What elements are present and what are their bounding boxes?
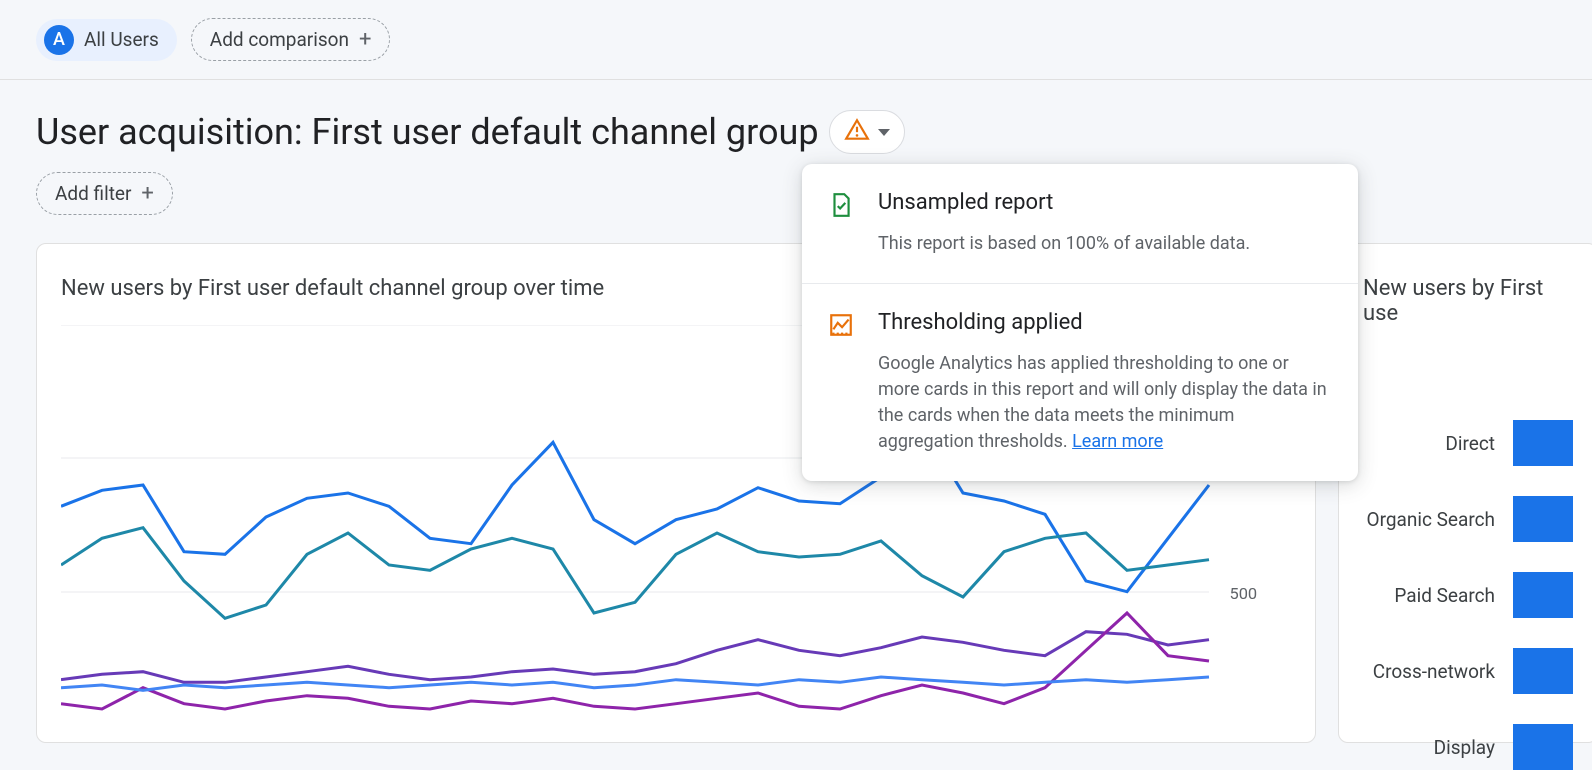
segment-badge: A xyxy=(44,25,74,55)
bar-row: Paid Search xyxy=(1363,572,1573,618)
top-bar: A All Users Add comparison + xyxy=(0,0,1592,80)
caret-down-icon xyxy=(878,129,890,136)
bar-fill xyxy=(1513,496,1573,542)
y-tick-500: 500 xyxy=(1230,584,1258,603)
segment-all-users[interactable]: A All Users xyxy=(36,19,177,61)
bar-label: Paid Search xyxy=(1394,584,1495,607)
series-paid-search xyxy=(61,632,1209,683)
popover-unsampled-section: Unsampled report This report is based on… xyxy=(802,164,1358,283)
add-comparison-button[interactable]: Add comparison + xyxy=(191,18,391,61)
bar-label: Cross-network xyxy=(1373,660,1495,683)
bar-row: Organic Search xyxy=(1363,496,1573,542)
thresholding-icon xyxy=(828,310,858,455)
bar-fill xyxy=(1513,420,1573,466)
bar-chart-card: New users by First use Direct Organic Sea… xyxy=(1338,243,1592,743)
data-quality-status-button[interactable] xyxy=(829,110,905,154)
series-organic-search xyxy=(61,528,1209,619)
popover-text-unsampled: This report is based on 100% of availabl… xyxy=(878,231,1332,257)
bar-fill xyxy=(1513,648,1573,694)
bar-fill xyxy=(1513,724,1573,770)
bar-list: Direct Organic Search Paid Search Cross-net… xyxy=(1363,350,1573,770)
title-row: User acquisition: First user default cha… xyxy=(0,80,1592,172)
bar-row: Direct xyxy=(1363,420,1573,466)
bar-label: Direct xyxy=(1445,432,1495,455)
bar-row: Cross-network xyxy=(1363,648,1573,694)
add-filter-button[interactable]: Add filter + xyxy=(36,172,173,215)
plus-icon: + xyxy=(141,183,153,205)
popover-heading-unsampled: Unsampled report xyxy=(878,190,1332,215)
series-cross-network xyxy=(61,613,1209,709)
series-display xyxy=(61,677,1209,690)
bar-row: Display xyxy=(1363,724,1573,770)
add-filter-label: Add filter xyxy=(55,182,131,205)
bar-label: Organic Search xyxy=(1367,508,1495,531)
plus-icon: + xyxy=(359,29,371,51)
page-title: User acquisition: First user default cha… xyxy=(36,111,819,153)
bar-fill xyxy=(1513,572,1573,618)
check-document-icon xyxy=(828,190,858,257)
segment-label: All Users xyxy=(84,28,159,51)
bar-label: Display xyxy=(1434,736,1495,759)
data-quality-popover: Unsampled report This report is based on… xyxy=(802,164,1358,481)
bar-chart-title: New users by First use xyxy=(1363,276,1573,326)
add-comparison-label: Add comparison xyxy=(210,28,349,51)
popover-heading-threshold: Thresholding applied xyxy=(878,310,1332,335)
popover-thresholding-section: Thresholding applied Google Analytics ha… xyxy=(802,283,1358,481)
learn-more-link[interactable]: Learn more xyxy=(1072,431,1163,452)
alert-triangle-icon xyxy=(844,117,870,147)
popover-text-threshold: Google Analytics has applied thresholdin… xyxy=(878,351,1332,455)
